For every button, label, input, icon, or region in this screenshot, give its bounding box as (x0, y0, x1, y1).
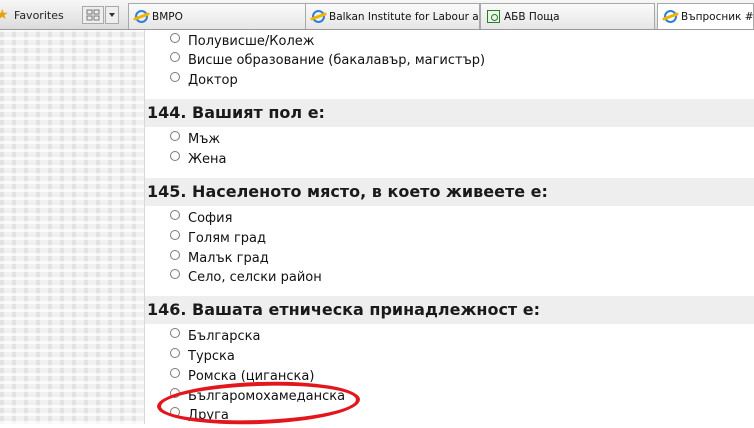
favorites-button[interactable]: ★ Favorites (0, 4, 64, 26)
option-label: Голям град (188, 230, 266, 246)
favorites-star-icon: ★ (0, 7, 9, 23)
tab-abv-mail[interactable]: АБВ Поща (480, 3, 655, 29)
radio-option[interactable]: Българска (170, 327, 260, 345)
question-title: 145. Населеното място, в което живеете е… (145, 178, 754, 206)
tab-label: ВМРО (152, 10, 183, 23)
radio-button[interactable] (170, 269, 180, 279)
radio-option[interactable]: Голям град (170, 229, 266, 247)
tab-questionnaire[interactable]: Въпросник #1 (657, 3, 754, 29)
radio-option[interactable]: Малък град (170, 249, 269, 267)
option-label: Висше образование (бакалавър, магистър) (188, 52, 486, 68)
radio-button[interactable] (170, 328, 180, 338)
radio-option[interactable]: Жена (170, 150, 226, 168)
option-label: Малък град (188, 250, 269, 266)
radio-option[interactable]: Полувисше/Колеж (170, 32, 314, 50)
radio-button[interactable] (170, 230, 180, 240)
question-title: 146. Вашата етническа принадлежност е: (145, 296, 754, 324)
radio-option[interactable]: Мъж (170, 130, 220, 148)
favorites-bar: ★ Favorites ВМРО Balkan Institute for La… (0, 0, 754, 30)
option-label: Полувисше/Колеж (188, 33, 315, 49)
radio-button[interactable] (170, 131, 180, 141)
question-title: 144. Вашият пол е: (145, 99, 754, 127)
tab-label: Въпросник #1 (681, 10, 754, 23)
radio-option[interactable]: Село, селски район (170, 268, 322, 286)
radio-option[interactable]: Висше образование (бакалавър, магистър) (170, 51, 485, 69)
radio-button[interactable] (170, 33, 180, 43)
option-label: Жена (188, 151, 227, 167)
tab-vmro[interactable]: ВМРО (128, 3, 306, 29)
tab-label: АБВ Поща (504, 10, 560, 23)
option-label: Турска (188, 348, 235, 364)
ie-icon (135, 10, 148, 23)
radio-button[interactable] (170, 250, 180, 260)
ie-icon (312, 10, 325, 23)
mail-icon (487, 10, 500, 23)
radio-button[interactable] (170, 72, 180, 82)
tab-list-dropdown-icon[interactable] (105, 6, 119, 24)
radio-button[interactable] (170, 368, 180, 378)
survey-form: Полувисше/Колеж Висше образование (бакал… (145, 30, 754, 424)
option-label: Село, селски район (188, 269, 322, 285)
decorative-sidebar (0, 30, 145, 424)
radio-button[interactable] (170, 52, 180, 62)
radio-button[interactable] (170, 151, 180, 161)
option-label: Мъж (188, 131, 221, 147)
option-label: Българска (188, 328, 261, 344)
option-label: Доктор (188, 72, 238, 88)
radio-button[interactable] (170, 348, 180, 358)
radio-button[interactable] (170, 210, 180, 220)
radio-option[interactable]: София (170, 209, 232, 227)
favorites-label: Favorites (14, 8, 64, 22)
radio-option[interactable]: Турска (170, 347, 235, 365)
tab-balkan-institute[interactable]: Balkan Institute for Labour a... (305, 3, 480, 29)
option-label: София (188, 210, 233, 226)
tab-label: Balkan Institute for Labour a... (329, 10, 480, 23)
radio-option[interactable]: Доктор (170, 71, 238, 89)
quick-tabs-icon[interactable] (82, 6, 104, 24)
ie-icon (664, 10, 677, 23)
